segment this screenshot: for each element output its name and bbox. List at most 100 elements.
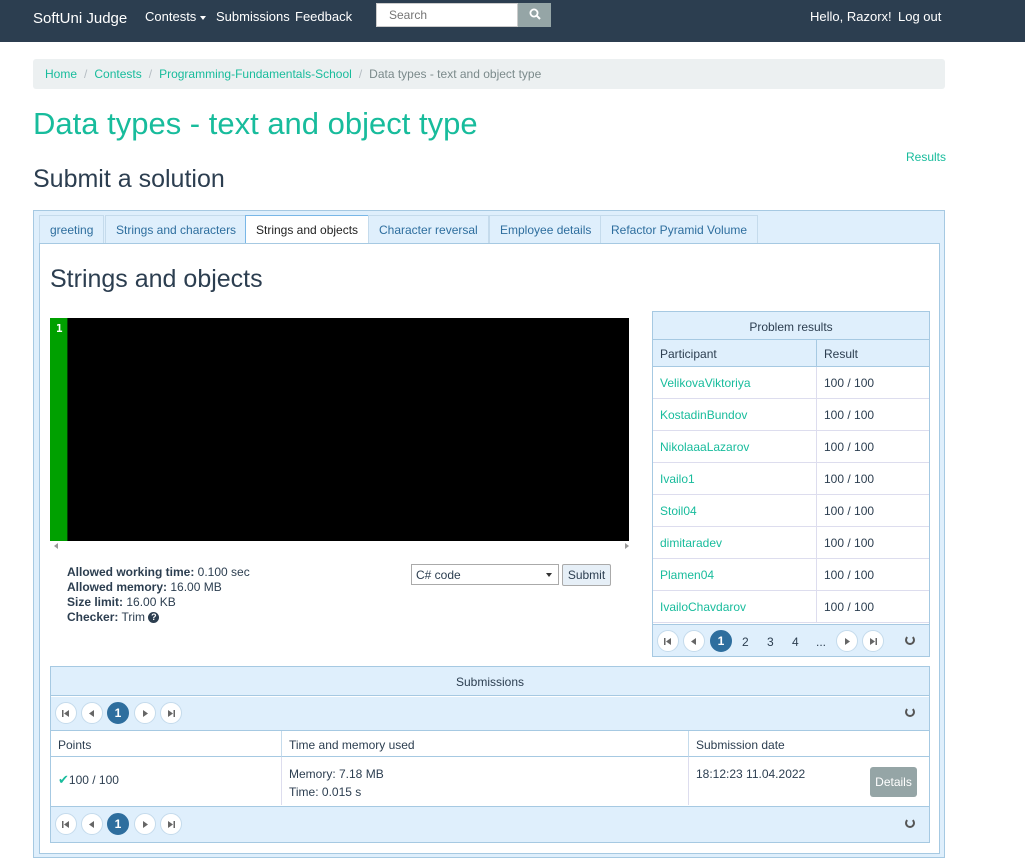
refresh-icon[interactable] <box>905 635 915 645</box>
submissions-header: Submissions <box>51 667 929 696</box>
col-result[interactable]: Result <box>817 340 929 367</box>
result-score: 100 / 100 <box>824 504 875 518</box>
prev-page-icon[interactable] <box>81 813 103 835</box>
first-page-icon[interactable] <box>657 630 679 652</box>
submissions-grid: Submissions 1 Points Time and memory use… <box>50 666 930 843</box>
nav-feedback[interactable]: Feedback <box>295 9 352 24</box>
breadcrumb-separator: / <box>358 67 363 81</box>
table-row: KostadinBundov 100 / 100 <box>653 399 929 431</box>
tab-strings-and-characters[interactable]: Strings and characters <box>105 215 248 243</box>
page-4-button[interactable]: 4 <box>792 635 799 649</box>
next-page-icon[interactable] <box>134 813 156 835</box>
breadcrumb-separator: / <box>148 67 153 81</box>
result-score: 100 / 100 <box>824 408 875 422</box>
prev-page-icon[interactable] <box>81 702 103 724</box>
table-row: Stoil04 100 / 100 <box>653 495 929 527</box>
brand-link[interactable]: SoftUni Judge <box>33 10 127 27</box>
submissions-pager-top: 1 <box>51 697 929 731</box>
submissions-pager-bottom: 1 <box>51 806 929 842</box>
table-row: Plamen04 100 / 100 <box>653 559 929 591</box>
time-limit: Allowed working time: 0.100 sec <box>67 565 250 579</box>
tab-refactor-pyramid-volume[interactable]: Refactor Pyramid Volume <box>600 215 759 243</box>
help-icon[interactable]: ? <box>148 612 160 623</box>
code-editor[interactable]: 1 <box>50 318 629 541</box>
last-page-icon[interactable] <box>160 702 182 724</box>
breadcrumb-contest[interactable]: Programming-Fundamentals-School <box>159 67 352 81</box>
last-page-icon[interactable] <box>862 630 884 652</box>
tab-character-reversal[interactable]: Character reversal <box>368 215 489 243</box>
search-input[interactable] <box>376 3 518 27</box>
scroll-right-icon[interactable] <box>625 543 629 549</box>
page-1-button[interactable]: 1 <box>107 702 129 724</box>
prev-page-icon[interactable] <box>683 630 705 652</box>
refresh-icon[interactable] <box>905 707 915 717</box>
participant-link[interactable]: Plamen04 <box>653 559 817 590</box>
submission-time: Time: 0.015 s <box>289 785 362 799</box>
logout-link[interactable]: Log out <box>898 9 941 24</box>
user-greeting[interactable]: Hello, Razorx! <box>810 9 892 24</box>
problem-title: Strings and objects <box>50 265 263 293</box>
col-points[interactable]: Points <box>51 731 282 757</box>
submit-button[interactable]: Submit <box>562 564 611 586</box>
participant-link[interactable]: Stoil04 <box>653 495 817 526</box>
participant-link[interactable]: VelikovaViktoriya <box>653 367 817 398</box>
page-2-button[interactable]: 2 <box>742 635 749 649</box>
memory-limit: Allowed memory: 16.00 MB <box>67 580 222 594</box>
tab-panel: Strings and objects 1 Allowed working ti… <box>39 243 940 854</box>
last-page-icon[interactable] <box>160 813 182 835</box>
page-subtitle: Submit a solution <box>33 165 225 193</box>
breadcrumb-separator: / <box>84 67 88 81</box>
check-icon: ✔ <box>58 772 69 787</box>
tab-greeting[interactable]: greeting <box>39 215 105 243</box>
result-score: 100 / 100 <box>824 568 875 582</box>
page-3-button[interactable]: 3 <box>767 635 774 649</box>
participant-link[interactable]: KostadinBundov <box>653 399 817 430</box>
next-page-icon[interactable] <box>134 702 156 724</box>
nav-contests-dropdown[interactable]: Contests <box>145 9 207 24</box>
page-title: Data types - text and object type <box>33 106 478 141</box>
scroll-left-icon[interactable] <box>54 543 58 549</box>
submission-time-memory: Memory: 7.18 MB Time: 0.015 s <box>282 757 689 805</box>
table-row: Ivailo1 100 / 100 <box>653 463 929 495</box>
next-page-icon[interactable] <box>836 630 858 652</box>
chevron-down-icon <box>546 573 552 577</box>
participant-link[interactable]: IvailoChavdarov <box>653 591 817 622</box>
tab-strings-and-objects[interactable]: Strings and objects <box>245 215 370 244</box>
results-link[interactable]: Results <box>906 150 946 164</box>
result-score: 100 / 100 <box>824 536 875 550</box>
breadcrumb: Home / Contests / Programming-Fundamentals-S… <box>33 59 945 89</box>
page-1-button[interactable]: 1 <box>710 630 732 652</box>
problem-tabs: greeting Strings and characters Strings … <box>33 210 945 858</box>
table-row: dimitaradev 100 / 100 <box>653 527 929 559</box>
problem-results: Problem results Participant Result Velik… <box>652 311 930 657</box>
nav-submissions[interactable]: Submissions <box>216 9 290 24</box>
participant-link[interactable]: dimitaradev <box>653 527 817 558</box>
participant-link[interactable]: NikolaaaLazarov <box>653 431 817 462</box>
details-button[interactable]: Details <box>870 767 917 797</box>
editor-scrollbar[interactable] <box>50 541 629 552</box>
table-row: IvailoChavdarov 100 / 100 <box>653 591 929 623</box>
size-limit: Size limit: 16.00 KB <box>67 595 176 609</box>
first-page-icon[interactable] <box>55 702 77 724</box>
navbar: SoftUni Judge Contests Submissions Feedb… <box>0 0 1025 42</box>
col-time-memory[interactable]: Time and memory used <box>282 731 689 757</box>
participant-link[interactable]: Ivailo1 <box>653 463 817 494</box>
search-button[interactable] <box>518 3 551 27</box>
col-submission-date[interactable]: Submission date <box>689 731 929 757</box>
tab-employee-details[interactable]: Employee details <box>489 215 603 243</box>
submission-points: ✔100 / 100 <box>51 757 282 805</box>
refresh-icon[interactable] <box>905 818 915 828</box>
result-score: 100 / 100 <box>824 440 875 454</box>
language-select[interactable]: C# code <box>411 564 559 585</box>
breadcrumb-contests[interactable]: Contests <box>94 67 141 81</box>
line-number: 1 <box>56 322 63 335</box>
breadcrumb-home[interactable]: Home <box>45 67 77 81</box>
nav-contests-label: Contests <box>145 9 197 24</box>
results-pager: 1 2 3 4 ... <box>653 624 929 656</box>
first-page-icon[interactable] <box>55 813 77 835</box>
result-score: 100 / 100 <box>824 472 875 486</box>
page-1-button[interactable]: 1 <box>107 813 129 835</box>
col-participant[interactable]: Participant <box>653 340 817 367</box>
problem-limits: Allowed working time: 0.100 sec Allowed … <box>67 565 250 625</box>
language-selected: C# code <box>416 568 461 582</box>
